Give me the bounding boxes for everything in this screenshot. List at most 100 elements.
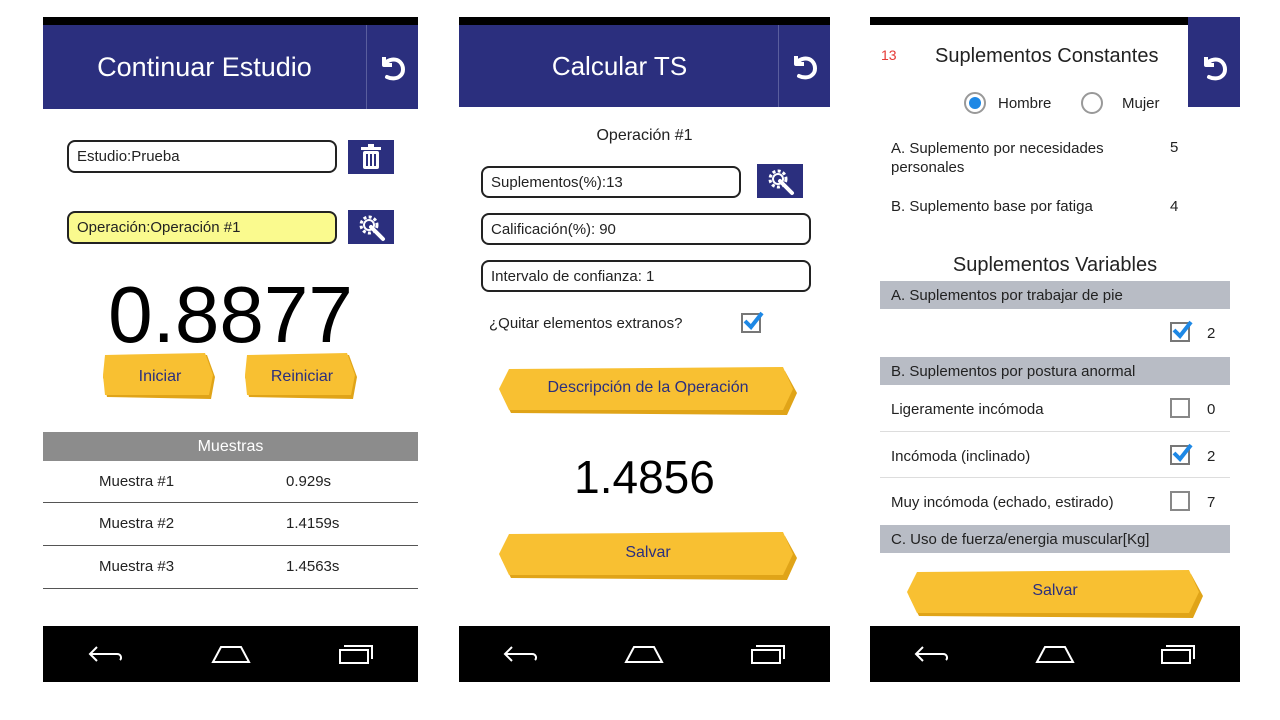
- status-bar: [43, 17, 418, 25]
- study-field[interactable]: Estudio: Prueba: [67, 140, 337, 173]
- back-button[interactable]: [778, 25, 830, 107]
- remove-outliers-checkbox[interactable]: [741, 311, 764, 333]
- description-label: Descripción de la Operación: [547, 379, 749, 396]
- sample-name: Muestra #3: [99, 558, 175, 575]
- sample-value: 1.4159s: [286, 515, 340, 532]
- gear-wrench-icon: [359, 215, 385, 241]
- sample-value: 0.929s: [286, 473, 332, 490]
- sample-value: 1.4563s: [286, 558, 340, 575]
- constant-value: 5: [1170, 139, 1179, 156]
- constant-label: A. Suplemento por necesidades personales: [891, 140, 1104, 176]
- undo-icon: [381, 57, 405, 81]
- section-header: C. Uso de fuerza/energia muscular[Kg]: [880, 525, 1230, 553]
- trash-icon: [361, 144, 381, 169]
- rating-field[interactable]: Calificación(%): 90: [481, 213, 811, 245]
- supplements-label: Suplementos(%):: [491, 173, 607, 191]
- undo-icon: [793, 56, 817, 80]
- sample-row[interactable]: Muestra #1 0.929s: [43, 461, 418, 503]
- back-nav-icon: [503, 646, 537, 662]
- reset-label: Reiniciar: [270, 368, 334, 385]
- reset-button[interactable]: Reiniciar: [245, 353, 359, 401]
- nav-home-button[interactable]: [1033, 639, 1077, 669]
- save-label: Salvar: [1032, 582, 1078, 599]
- checkmark-icon: [1172, 320, 1193, 340]
- back-nav-icon: [914, 646, 948, 662]
- confidence-label: Intervalo de confianza:: [491, 267, 642, 285]
- standing-checkbox[interactable]: [1170, 320, 1193, 342]
- rating-value: 90: [599, 220, 616, 238]
- nav-recents-button[interactable]: [746, 639, 790, 669]
- status-bar: [870, 17, 1188, 25]
- supplements-settings-button[interactable]: [757, 164, 803, 198]
- remove-outliers-label: ¿Quitar elementos extranos?: [489, 315, 683, 332]
- study-label: Estudio:: [77, 148, 132, 165]
- posture-value: 0: [1207, 401, 1216, 418]
- supplement-counter: 13: [881, 47, 897, 63]
- sample-name: Muestra #1: [99, 473, 175, 490]
- page-title: Calcular TS: [551, 51, 688, 81]
- nav-home-button[interactable]: [622, 639, 666, 669]
- start-label: Iniciar: [138, 368, 182, 385]
- posture-checkbox[interactable]: [1170, 443, 1193, 465]
- operation-title: Operación #1: [596, 127, 693, 144]
- save-button[interactable]: Salvar: [497, 532, 799, 582]
- result-display: 1.4856: [574, 451, 715, 503]
- supplements-value: 13: [606, 173, 623, 191]
- nav-recents-button[interactable]: [334, 639, 378, 669]
- timer-display: 0.8877: [108, 270, 353, 359]
- system-nav-bar: [870, 626, 1240, 682]
- nav-back-button[interactable]: [499, 639, 543, 669]
- save-button[interactable]: Salvar: [905, 570, 1205, 620]
- constant-label: B. Suplemento base por fatiga: [891, 198, 1093, 215]
- back-nav-icon: [88, 646, 122, 662]
- status-bar: [459, 17, 830, 25]
- radio-hombre[interactable]: [964, 92, 986, 114]
- home-nav-icon: [624, 646, 665, 663]
- nav-back-button[interactable]: [84, 639, 128, 669]
- divider: [880, 431, 1230, 432]
- operation-value: Operación #1: [150, 219, 241, 236]
- section-header: A. Suplementos por trabajar de pie: [880, 281, 1230, 309]
- screen-calcular-ts: Calcular TS Operación #1 Suplementos(%):…: [459, 17, 830, 682]
- radio-mujer-label: Mujer: [1122, 95, 1160, 112]
- description-button[interactable]: Descripción de la Operación: [497, 367, 799, 417]
- samples-header: Muestras: [43, 432, 418, 461]
- delete-button[interactable]: [348, 140, 394, 174]
- app-header: Continuar Estudio: [43, 25, 418, 109]
- posture-checkbox[interactable]: [1170, 398, 1190, 418]
- posture-value: 2: [1207, 448, 1216, 465]
- recents-nav-icon: [338, 645, 373, 664]
- system-nav-bar: [43, 626, 418, 682]
- posture-checkbox[interactable]: [1170, 491, 1190, 511]
- variables-title: Suplementos Variables: [952, 254, 1158, 276]
- page-title: Continuar Estudio: [97, 51, 312, 82]
- nav-back-button[interactable]: [910, 639, 954, 669]
- screen-suplementos: 13 Suplementos Constantes Hombre Mujer A…: [870, 17, 1240, 682]
- checkmark-icon: [1172, 443, 1193, 463]
- page-title: Suplementos Constantes: [935, 45, 1159, 67]
- back-button[interactable]: [1188, 17, 1240, 107]
- confidence-field[interactable]: Intervalo de confianza: 1: [481, 260, 811, 292]
- nav-recents-button[interactable]: [1156, 639, 1200, 669]
- checkmark-icon: [743, 311, 764, 331]
- screen-continuar-estudio: Continuar Estudio Estudio: Prueba Operac…: [43, 17, 418, 682]
- recents-nav-icon: [1161, 645, 1196, 664]
- operation-field[interactable]: Operación: Operación #1: [67, 211, 337, 244]
- section-header: B. Suplementos por postura anormal: [880, 357, 1230, 385]
- start-button[interactable]: Iniciar: [103, 353, 217, 401]
- radio-mujer[interactable]: [1081, 92, 1103, 114]
- back-button[interactable]: [366, 25, 418, 109]
- home-nav-icon: [1035, 646, 1075, 663]
- posture-value: 7: [1207, 494, 1216, 511]
- operation-settings-button[interactable]: [348, 210, 394, 244]
- sample-row[interactable]: Muestra #2 1.4159s: [43, 504, 418, 546]
- save-label: Salvar: [625, 544, 671, 561]
- rating-label: Calificación(%):: [491, 220, 596, 238]
- supplements-field[interactable]: Suplementos(%): 13: [481, 166, 741, 198]
- posture-label: Incómoda (inclinado): [891, 448, 1031, 465]
- operation-label: Operación:: [77, 219, 151, 236]
- sample-row[interactable]: Muestra #3 1.4563s: [43, 547, 418, 589]
- study-value: Prueba: [131, 148, 180, 165]
- nav-home-button[interactable]: [209, 639, 253, 669]
- undo-icon: [1204, 57, 1227, 81]
